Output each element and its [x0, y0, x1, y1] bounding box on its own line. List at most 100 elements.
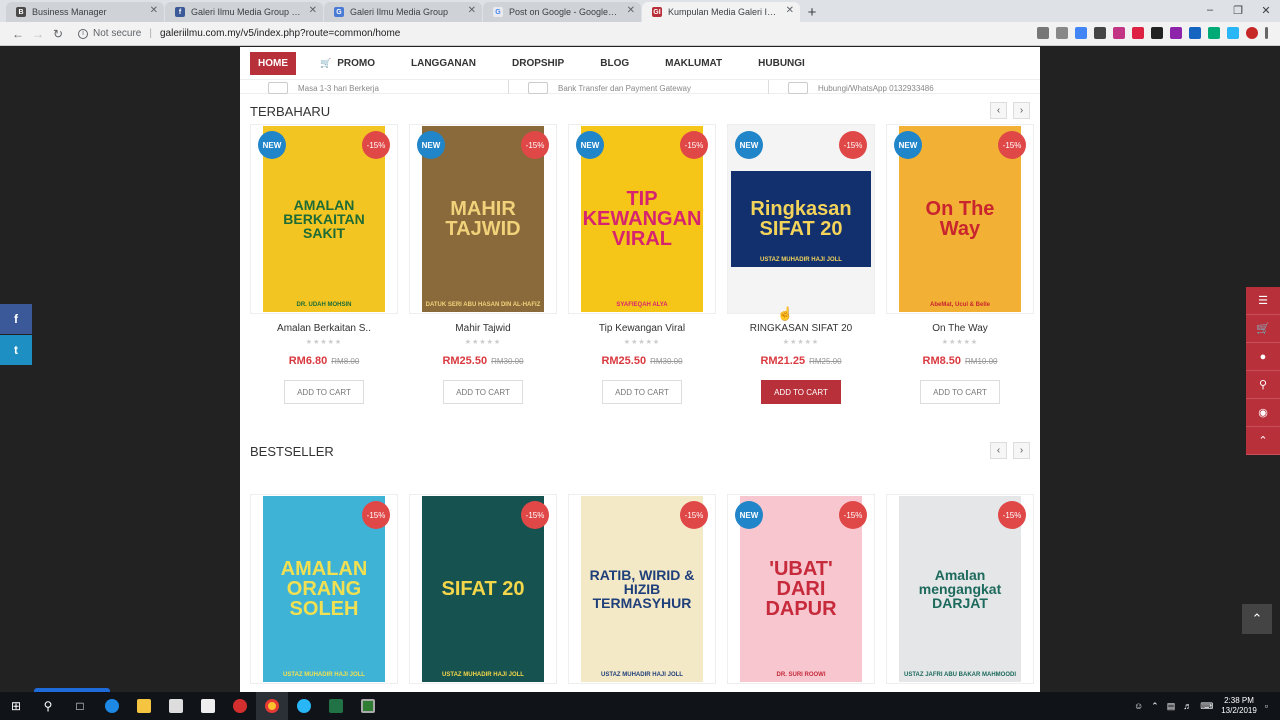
extension-icon[interactable]: [1170, 27, 1182, 39]
carousel-next-button[interactable]: ›: [1013, 442, 1030, 459]
extension-icon[interactable]: [1094, 27, 1106, 39]
windows-start-icon[interactable]: ⊞: [0, 692, 32, 720]
clock[interactable]: 2:38 PM 13/2/2019: [1221, 696, 1257, 715]
chrome-icon[interactable]: [256, 692, 288, 720]
twitter-icon[interactable]: t: [0, 335, 32, 365]
carousel-next-button[interactable]: ›: [1013, 102, 1030, 119]
product-name[interactable]: RINGKASAN SIFAT 20: [727, 323, 875, 334]
product-card[interactable]: NEW -15% Ringkasan SIFAT 20 USTAZ MUHADIR H…: [727, 124, 875, 404]
product-image[interactable]: -15% AMALAN ORANG SOLEH USTAZ MUHADIR HAJI…: [250, 494, 398, 684]
product-card[interactable]: NEW -15% On The Way AbeMat, Ucul & Belle On …: [886, 124, 1034, 404]
mail-icon[interactable]: [192, 692, 224, 720]
product-name[interactable]: Amalan Berkaitan S..: [250, 323, 398, 334]
network-icon[interactable]: ▤: [1167, 701, 1176, 712]
add-to-cart-button[interactable]: ADD TO CART: [443, 380, 523, 404]
nav-dropship[interactable]: DROPSHIP: [512, 58, 564, 69]
product-image[interactable]: -15% RATIB, WIRID & HIZIB TERMASYHUR USTAZ…: [568, 494, 716, 684]
file-explorer-icon[interactable]: [128, 692, 160, 720]
extension-icon[interactable]: [1208, 27, 1220, 39]
product-card[interactable]: NEW -15% TIP KEWANGAN VIRAL SYAFIEQAH ALYA T…: [568, 124, 716, 404]
carousel-prev-button[interactable]: ‹: [990, 442, 1007, 459]
star-icon[interactable]: [1056, 27, 1068, 39]
extension-icon[interactable]: [1075, 27, 1087, 39]
close-tab-icon[interactable]: ✕: [309, 5, 317, 16]
product-card[interactable]: -15% Amalan mengangkat DARJAT USTAZ JAFRI …: [886, 494, 1034, 684]
omnibox[interactable]: i Not secure | galeriilmu.com.my/v5/inde…: [78, 28, 400, 39]
cart-icon[interactable]: 🛒: [1246, 315, 1280, 343]
scroll-to-top-button[interactable]: ⌃: [1242, 604, 1272, 634]
product-name[interactable]: Tip Kewangan Viral: [568, 323, 716, 334]
eye-icon[interactable]: ◉: [1246, 399, 1280, 427]
product-image[interactable]: NEW -15% Ringkasan SIFAT 20 USTAZ MUHADIR H…: [727, 124, 875, 314]
nav-maklumat[interactable]: MAKLUMAT: [665, 58, 722, 69]
opera-icon[interactable]: [224, 692, 256, 720]
menu-icon[interactable]: ☰: [1246, 287, 1280, 315]
task-view-icon[interactable]: □: [64, 692, 96, 720]
restore-icon[interactable]: ❐: [1224, 0, 1252, 20]
nav-home[interactable]: HOME: [250, 51, 296, 75]
add-to-cart-button[interactable]: ADD TO CART: [761, 380, 841, 404]
extension-icon[interactable]: [1132, 27, 1144, 39]
extension-icon[interactable]: [1151, 27, 1163, 39]
app-icon[interactable]: [352, 692, 384, 720]
forward-icon[interactable]: →: [28, 27, 48, 41]
product-card[interactable]: NEW -15% 'UBAT' DARI DAPUR DR. SURI ROOWI: [727, 494, 875, 684]
product-card[interactable]: -15% RATIB, WIRID & HIZIB TERMASYHUR USTAZ…: [568, 494, 716, 684]
extension-icon[interactable]: [1189, 27, 1201, 39]
nav-hubungi[interactable]: HUBUNGI: [758, 58, 805, 69]
product-image[interactable]: -15% SIFAT 20 USTAZ MUHADIR HAJI JOLL: [409, 494, 557, 684]
info-icon[interactable]: i: [78, 28, 88, 39]
key-icon[interactable]: [1037, 27, 1049, 39]
carousel-prev-button[interactable]: ‹: [990, 102, 1007, 119]
product-card[interactable]: NEW -15% MAHIR TAJWID DATUK SERI ABU HASAN …: [409, 124, 557, 404]
search-icon[interactable]: ⚲: [1246, 371, 1280, 399]
product-image[interactable]: NEW -15% On The Way AbeMat, Ucul & Belle: [886, 124, 1034, 314]
reload-icon[interactable]: ↻: [48, 27, 68, 41]
chevron-up-icon[interactable]: ⌃: [1246, 427, 1280, 455]
notifications-icon[interactable]: ▫: [1265, 701, 1268, 711]
menu-icon[interactable]: [1265, 27, 1268, 39]
nav-blog[interactable]: BLOG: [600, 58, 629, 69]
telegram-icon[interactable]: [288, 692, 320, 720]
close-tab-icon[interactable]: ✕: [150, 5, 158, 16]
url-text[interactable]: galeriilmu.com.my/v5/index.php?route=com…: [160, 28, 400, 39]
extension-icon[interactable]: [1113, 27, 1125, 39]
facebook-icon[interactable]: f: [0, 304, 32, 334]
search-icon[interactable]: ⚲: [32, 692, 64, 720]
browser-tab[interactable]: B Business Manager ✕: [6, 2, 164, 22]
add-to-cart-button[interactable]: ADD TO CART: [602, 380, 682, 404]
edge-icon[interactable]: [96, 692, 128, 720]
excel-icon[interactable]: [320, 692, 352, 720]
browser-tab[interactable]: G Post on Google - Google My Bus ✕: [483, 2, 641, 22]
close-window-icon[interactable]: ✕: [1252, 0, 1280, 20]
back-icon[interactable]: ←: [8, 27, 28, 41]
extension-icon[interactable]: [1227, 27, 1239, 39]
user-icon[interactable]: ●: [1246, 343, 1280, 371]
browser-tab[interactable]: G Galeri Ilmu Media Group ✕: [324, 2, 482, 22]
chevron-up-icon[interactable]: ⌃: [1151, 701, 1159, 712]
product-name[interactable]: On The Way: [886, 323, 1034, 334]
store-icon[interactable]: [160, 692, 192, 720]
product-card[interactable]: -15% SIFAT 20 USTAZ MUHADIR HAJI JOLL: [409, 494, 557, 684]
minimize-icon[interactable]: –: [1196, 0, 1224, 20]
nav-promo[interactable]: 🛒 PROMO: [320, 58, 375, 69]
volume-icon[interactable]: ♬: [1183, 701, 1192, 711]
add-to-cart-button[interactable]: ADD TO CART: [284, 380, 364, 404]
new-tab-button[interactable]: +: [801, 2, 823, 22]
close-tab-icon[interactable]: ✕: [786, 5, 794, 16]
product-image[interactable]: NEW -15% 'UBAT' DARI DAPUR DR. SURI ROOWI: [727, 494, 875, 684]
product-card[interactable]: -15% AMALAN ORANG SOLEH USTAZ MUHADIR HAJI…: [250, 494, 398, 684]
profile-avatar-icon[interactable]: [1246, 27, 1258, 39]
nav-langganan[interactable]: LANGGANAN: [411, 58, 476, 69]
close-tab-icon[interactable]: ✕: [468, 5, 476, 16]
browser-tab[interactable]: GI Kumpulan Media Galeri Ilmu ✕: [642, 2, 800, 22]
product-image[interactable]: NEW -15% TIP KEWANGAN VIRAL SYAFIEQAH ALYA: [568, 124, 716, 314]
keyboard-icon[interactable]: ⌨: [1200, 701, 1213, 712]
add-to-cart-button[interactable]: ADD TO CART: [920, 380, 1000, 404]
browser-tab[interactable]: f Galeri Ilmu Media Group - Home ✕: [165, 2, 323, 22]
close-tab-icon[interactable]: ✕: [627, 5, 635, 16]
product-image[interactable]: NEW -15% AMALAN BERKAITAN SAKIT DR. UDAH MO…: [250, 124, 398, 314]
product-image[interactable]: NEW -15% MAHIR TAJWID DATUK SERI ABU HASAN …: [409, 124, 557, 314]
product-card[interactable]: NEW -15% AMALAN BERKAITAN SAKIT DR. UDAH MO…: [250, 124, 398, 404]
product-image[interactable]: -15% Amalan mengangkat DARJAT USTAZ JAFRI …: [886, 494, 1034, 684]
